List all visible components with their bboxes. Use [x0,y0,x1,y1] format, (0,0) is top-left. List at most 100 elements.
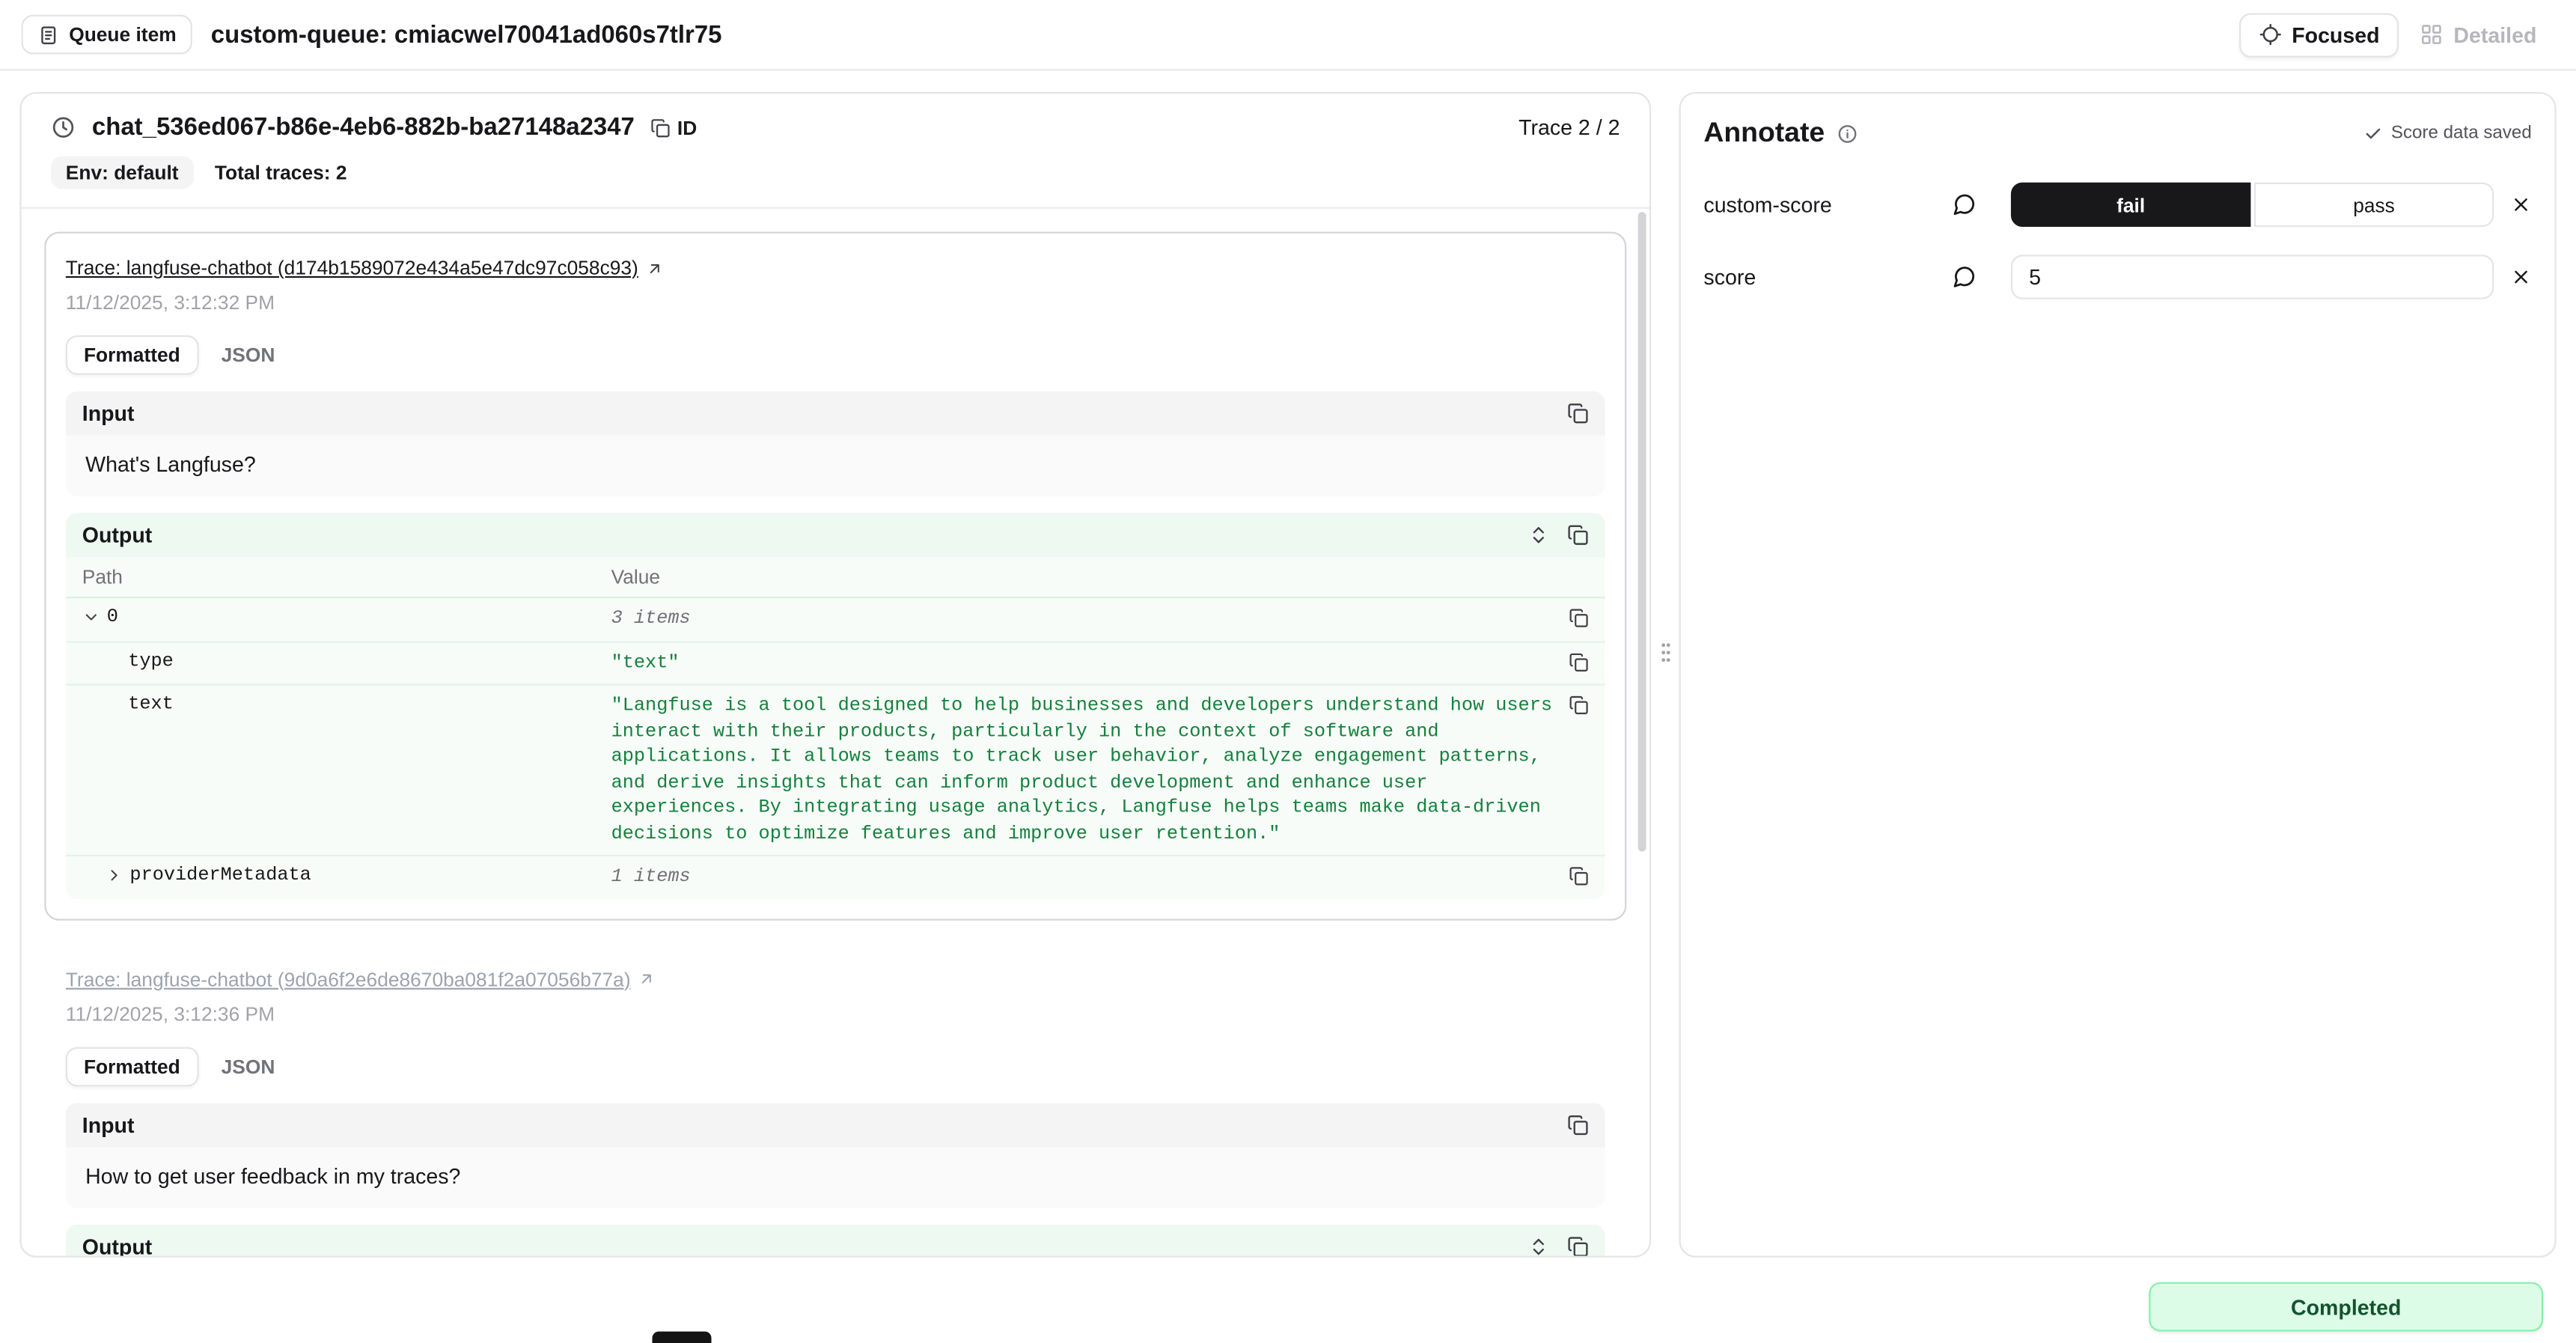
copy-row-button[interactable] [1569,695,1588,715]
detailed-icon [2420,23,2444,46]
trace-card: Trace: langfuse-chatbot (9d0a6f2e6de8670… [44,942,1626,1255]
numeric-score-control [2011,255,2494,299]
trace-item-title: chat_536ed067-b86e-4eb6-882b-ba27148a234… [92,114,635,141]
total-traces-label: Total traces: 2 [203,156,358,189]
copy-id-button[interactable]: ID [651,116,697,139]
row-value: "text" [611,650,680,675]
table-header-row: Path Value [66,557,1605,598]
trace-scroll-area: Trace: langfuse-chatbot (d174b1589072e43… [22,209,1649,1256]
focused-view-label: Focused [2292,22,2379,47]
format-tabs: Formatted JSON [66,335,1605,375]
row-path: text [128,694,174,716]
score-row-score: score [1703,255,2531,299]
categorical-score-toggle: fail pass [2011,183,2494,227]
trace-link-label: Trace: langfuse-chatbot (9d0a6f2e6de8670… [66,967,631,990]
copy-input-button[interactable] [1567,1114,1589,1136]
row-value: 1 items [611,865,691,890]
input-section: Input How to get user feedback in my tra… [66,1102,1605,1208]
annotate-panel: Annotate Score data saved custom-score [1679,92,2556,1258]
trace-pager: Trace 2 / 2 [1519,115,1620,140]
chevron-down-icon[interactable] [82,608,100,626]
trace-card-current: Trace: langfuse-chatbot (d174b1589072e43… [44,232,1626,920]
copy-row-button[interactable] [1569,866,1588,886]
score-input[interactable] [2011,255,2494,299]
output-section: Output [66,1224,1605,1256]
queue-item-badge-label: Queue item [69,23,176,46]
trace-link[interactable]: Trace: langfuse-chatbot (d174b1589072e43… [66,257,663,280]
grip-dots-icon [1659,641,1673,664]
topbar: Queue item custom-queue: cmiacwel70041ad… [0,0,2576,70]
output-section: Output [66,513,1605,898]
trace-panel: chat_536ed067-b86e-4eb6-882b-ba27148a234… [19,92,1651,1258]
trace-panel-header: chat_536ed067-b86e-4eb6-882b-ba27148a234… [22,94,1649,209]
row-value: 3 items [611,606,691,632]
copy-output-button[interactable] [1567,1235,1589,1255]
score-name: custom-score [1703,192,1951,217]
tab-json[interactable]: JSON [205,1048,292,1084]
remove-score-button[interactable] [2510,194,2532,216]
output-section-title: Output [82,1234,153,1256]
trace-timestamp: 11/12/2025, 3:12:32 PM [66,291,1605,314]
remove-score-button[interactable] [2510,267,2532,288]
save-status-label: Score data saved [2391,124,2532,143]
trace-link[interactable]: Trace: langfuse-chatbot (9d0a6f2e6de8670… [66,967,656,990]
info-icon[interactable] [1837,123,1858,144]
main-area: chat_536ed067-b86e-4eb6-882b-ba27148a234… [0,70,2576,1257]
score-name: score [1703,265,1951,290]
tab-formatted[interactable]: Formatted [66,335,198,375]
page-title: custom-queue: cmiacwel70041ad060s7tlr75 [211,20,722,48]
queue-item-badge: Queue item [22,15,193,55]
copy-icon [651,118,671,137]
score-row-custom-score: custom-score fail pass [1703,183,2531,227]
input-content: What's Langfuse? [66,436,1605,496]
bottom-edge-artifact [652,1332,711,1343]
score-option-pass[interactable]: pass [2254,183,2494,227]
detailed-view-label: Detailed [2453,22,2536,47]
app-window: Queue item custom-queue: cmiacwel70041ad… [0,0,2576,1343]
comment-icon[interactable] [1952,192,1977,217]
comment-icon[interactable] [1952,265,1977,290]
output-json-table: Path Value 0 [66,557,1605,898]
annotate-title: Annotate [1703,117,1825,150]
chevron-right-icon[interactable] [105,866,123,884]
expand-rows-button[interactable] [1528,524,1550,546]
external-link-icon [637,970,655,988]
vertical-scrollbar[interactable] [1638,212,1646,851]
trace-timestamp: 11/12/2025, 3:12:36 PM [66,1002,1605,1025]
row-value: "Langfuse is a tool designed to help bus… [611,694,1553,847]
input-section-title: Input [82,1112,135,1136]
focused-view-button[interactable]: Focused [2239,12,2399,56]
id-label: ID [677,116,697,139]
env-badge: Env: default [51,156,193,189]
output-section-title: Output [82,523,153,547]
row-path: type [128,650,174,672]
input-section: Input What's Langfuse? [66,392,1605,497]
table-row: providerMetadata 1 items [66,856,1605,898]
column-header-path: Path [82,565,611,588]
tab-formatted[interactable]: Formatted [66,1047,198,1086]
footer-bar: Completed [0,1258,2576,1332]
view-toggle: Focused Detailed [2239,12,2555,56]
tab-json[interactable]: JSON [205,337,292,373]
panel-resize-handle[interactable] [1658,638,1674,668]
copy-row-button[interactable] [1569,608,1588,627]
save-status: Score data saved [2365,124,2532,143]
trace-link-label: Trace: langfuse-chatbot (d174b1589072e43… [66,257,638,280]
copy-output-button[interactable] [1567,524,1589,546]
external-link-icon [645,259,663,277]
copy-input-button[interactable] [1567,403,1589,424]
expand-rows-button[interactable] [1528,1235,1550,1255]
completed-button[interactable]: Completed [2149,1282,2543,1332]
detailed-view-button[interactable]: Detailed [2402,14,2554,55]
score-option-fail[interactable]: fail [2011,183,2250,227]
table-row: 0 3 items [66,598,1605,642]
check-icon [2365,124,2383,142]
clock-icon [51,115,76,140]
table-row: type "text" [66,642,1605,685]
table-row: text "Langfuse is a tool designed to hel… [66,686,1605,856]
copy-row-button[interactable] [1569,652,1588,672]
queue-item-icon [37,24,59,46]
input-content: How to get user feedback in my traces? [66,1147,1605,1208]
row-path: 0 [107,606,118,628]
input-section-title: Input [82,401,135,426]
